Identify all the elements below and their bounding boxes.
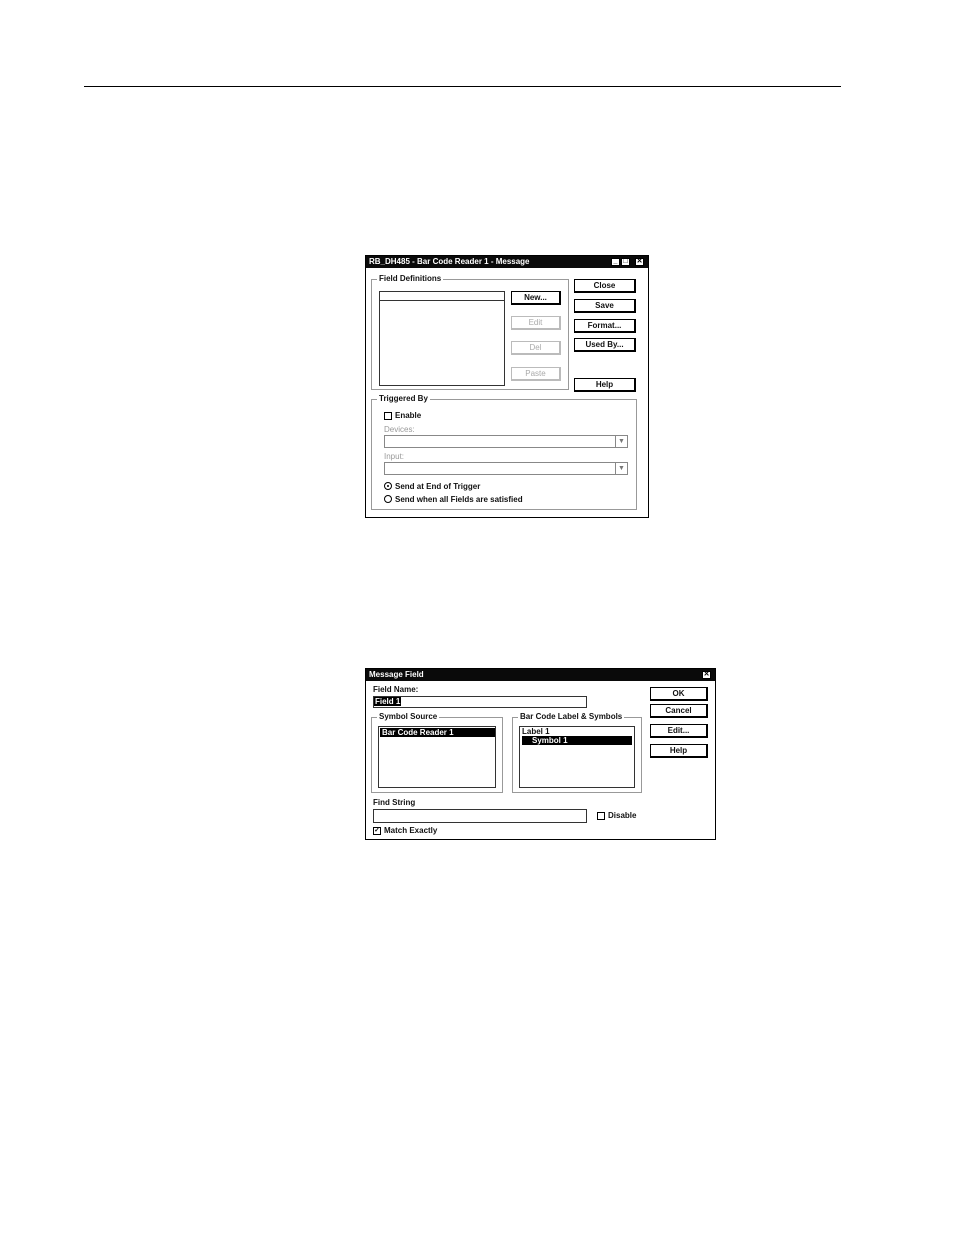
- field-name-label: Field Name:: [373, 685, 419, 694]
- find-string-label: Find String: [373, 798, 416, 807]
- field-definitions-list[interactable]: [379, 291, 505, 386]
- close-icon[interactable]: ✕: [702, 671, 711, 679]
- devices-combobox[interactable]: ▼: [384, 435, 628, 448]
- triggered-by-group: Triggered By Enable Devices: ▼ Input: ▼ …: [371, 394, 637, 510]
- bar-code-label-legend: Bar Code Label & Symbols: [518, 712, 625, 721]
- match-exactly-label: Match Exactly: [384, 826, 438, 835]
- send-at-end-label: Send at End of Trigger: [395, 482, 481, 491]
- help-button[interactable]: Help: [574, 378, 636, 392]
- help-button[interactable]: Help: [650, 744, 708, 758]
- find-string-input[interactable]: [373, 809, 587, 823]
- chevron-down-icon[interactable]: ▼: [615, 463, 627, 474]
- list-item[interactable]: Label 1: [520, 727, 634, 736]
- field-name-value: Field 1: [374, 697, 402, 706]
- field-name-input[interactable]: Field 1: [373, 696, 587, 708]
- symbol-source-list[interactable]: Bar Code Reader 1: [378, 726, 496, 788]
- devices-label: Devices:: [384, 425, 415, 434]
- chevron-down-icon[interactable]: ▼: [615, 436, 627, 447]
- input-combobox[interactable]: ▼: [384, 462, 628, 475]
- del-button[interactable]: Del: [511, 341, 561, 355]
- used-by-button[interactable]: Used By...: [574, 338, 636, 352]
- input-label: Input:: [384, 452, 405, 461]
- message-dialog-title: RB_DH485 - Bar Code Reader 1 - Message: [369, 257, 530, 266]
- field-definitions-list-header: [380, 292, 504, 301]
- ok-button[interactable]: OK: [650, 687, 708, 701]
- field-definitions-legend: Field Definitions: [377, 274, 444, 283]
- paste-button[interactable]: Paste: [511, 367, 561, 381]
- triggered-by-legend: Triggered By: [377, 394, 430, 403]
- send-when-all-radio[interactable]: [384, 495, 392, 503]
- message-field-titlebar[interactable]: Message Field: [366, 669, 715, 681]
- edit-button[interactable]: Edit: [511, 316, 561, 330]
- disable-label: Disable: [608, 811, 637, 820]
- close-button[interactable]: Close: [574, 279, 636, 293]
- symbol-source-legend: Symbol Source: [377, 712, 440, 721]
- symbol-source-group: Symbol Source Bar Code Reader 1: [371, 712, 503, 793]
- bar-code-label-list[interactable]: Label 1 Symbol 1: [519, 726, 635, 788]
- enable-label: Enable: [395, 411, 422, 420]
- minimize-icon[interactable]: _: [611, 258, 620, 266]
- message-field-dialog: Message Field ✕ Field Name: Field 1 Symb…: [365, 668, 716, 840]
- message-dialog: RB_DH485 - Bar Code Reader 1 - Message _…: [365, 255, 649, 518]
- match-exactly-checkbox[interactable]: ✓: [373, 827, 381, 835]
- edit-button[interactable]: Edit...: [650, 724, 708, 738]
- new-button[interactable]: New...: [511, 291, 561, 305]
- cancel-button[interactable]: Cancel: [650, 704, 708, 718]
- bar-code-label-group: Bar Code Label & Symbols Label 1 Symbol …: [512, 712, 642, 793]
- message-field-title: Message Field: [369, 670, 424, 679]
- close-icon[interactable]: ✕: [635, 258, 644, 266]
- maximize-icon[interactable]: □: [621, 258, 630, 266]
- list-item[interactable]: Symbol 1: [522, 736, 632, 745]
- save-button[interactable]: Save: [574, 299, 636, 313]
- list-item[interactable]: Bar Code Reader 1: [380, 728, 495, 737]
- message-dialog-titlebar[interactable]: RB_DH485 - Bar Code Reader 1 - Message: [366, 256, 648, 268]
- send-when-all-label: Send when all Fields are satisfied: [395, 495, 523, 504]
- page-header-rule: [84, 86, 841, 87]
- disable-checkbox[interactable]: [597, 812, 605, 820]
- enable-checkbox[interactable]: [384, 412, 392, 420]
- format-button[interactable]: Format...: [574, 319, 636, 333]
- send-at-end-radio[interactable]: [384, 482, 392, 490]
